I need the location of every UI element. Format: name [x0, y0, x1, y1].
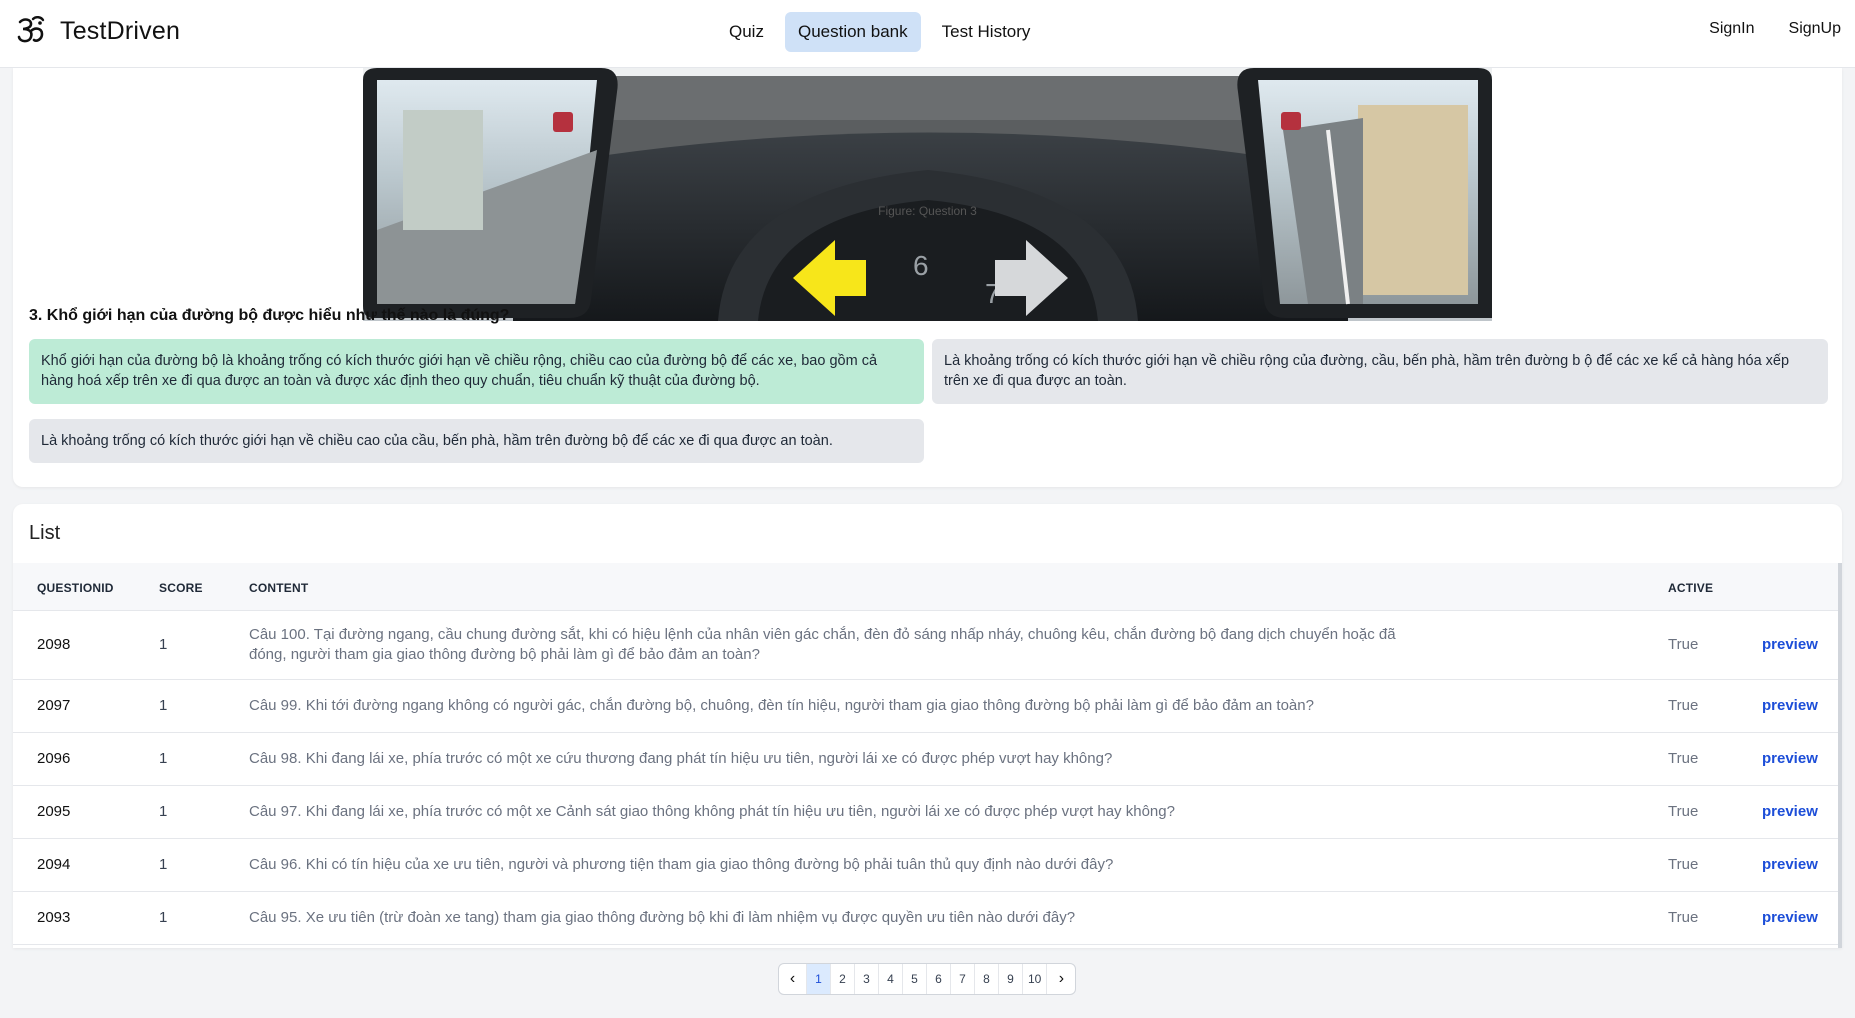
preview-link[interactable]: preview: [1762, 697, 1818, 714]
table-row[interactable]: 2093 1 Câu 95. Xe ưu tiên (trừ đoàn xe t…: [13, 892, 1842, 945]
table-row[interactable]: 2097 1 Câu 99. Khi tới đường ngang không…: [13, 680, 1842, 733]
table-scrollbar[interactable]: [1838, 563, 1842, 948]
signup-link[interactable]: SignUp: [1789, 20, 1841, 38]
preview-link[interactable]: preview: [1762, 636, 1818, 653]
brand[interactable]: TestDriven: [16, 14, 180, 48]
question-id: 2098: [37, 636, 71, 653]
preview-link[interactable]: preview: [1762, 909, 1818, 926]
question-list-card: List QUESTIONID SCORE CONTENT ACTIVE 209…: [13, 504, 1842, 948]
page-button[interactable]: 2: [831, 964, 855, 994]
question-content: Câu 100. Tại đường ngang, cầu chung đườn…: [249, 626, 1396, 663]
question-content: Câu 97. Khi đang lái xe, phía trước có m…: [249, 803, 1175, 820]
table-row[interactable]: 2096 1 Câu 98. Khi đang lái xe, phía trư…: [13, 733, 1842, 786]
om-logo-icon: [17, 16, 45, 43]
nav-quiz[interactable]: Quiz: [716, 12, 777, 52]
table-row[interactable]: 2098 1 Câu 100. Tại đường ngang, cầu chu…: [13, 611, 1842, 680]
question-score: 1: [159, 803, 168, 820]
question-content: Câu 99. Khi tới đường ngang không có ngư…: [249, 697, 1314, 714]
question-title: 3. Khổ giới hạn của đường bộ được hiểu n…: [29, 307, 510, 324]
figure-caption: Figure: Question 3: [878, 204, 977, 218]
chevron-left-icon[interactable]: ‹: [779, 964, 807, 994]
answer-option[interactable]: Là khoảng trống có kích thước giới hạn v…: [29, 419, 924, 463]
question-active: True: [1668, 803, 1699, 820]
answer-option-correct[interactable]: Khổ giới hạn của đường bộ là khoảng trốn…: [29, 339, 924, 404]
main-nav: Quiz Question bank Test History: [716, 12, 1043, 52]
pagination: ‹ 1 2 3 4 5 6 7 8 9 10 ›: [778, 963, 1077, 995]
question-active: True: [1668, 909, 1699, 926]
question-card: 6 7 Figure: Question 3 3. Khổ giới hạn c…: [13, 0, 1842, 487]
table-row[interactable]: 2094 1 Câu 96. Khi có tín hiệu của xe ưu…: [13, 839, 1842, 892]
preview-link[interactable]: preview: [1762, 750, 1818, 767]
page-button[interactable]: 7: [951, 964, 975, 994]
preview-link[interactable]: preview: [1762, 856, 1818, 873]
chevron-right-icon[interactable]: ›: [1047, 964, 1075, 994]
page-button[interactable]: 10: [1023, 964, 1048, 994]
question-id: 2095: [37, 803, 71, 820]
nav-question-bank[interactable]: Question bank: [784, 12, 921, 52]
page-button[interactable]: 9: [999, 964, 1023, 994]
nav-test-history[interactable]: Test History: [929, 12, 1044, 52]
column-header-questionid[interactable]: QUESTIONID: [37, 581, 114, 595]
question-active: True: [1668, 636, 1699, 653]
brand-name: TestDriven: [60, 16, 181, 45]
preview-link[interactable]: preview: [1762, 803, 1818, 820]
page-button[interactable]: 4: [879, 964, 903, 994]
question-active: True: [1668, 856, 1699, 873]
question-score: 1: [159, 856, 168, 873]
question-score: 1: [159, 750, 168, 767]
answer-option[interactable]: Là khoảng trống có kích thước giới hạn v…: [932, 339, 1828, 404]
question-content: Câu 98. Khi đang lái xe, phía trước có m…: [249, 750, 1113, 767]
page-button[interactable]: 5: [903, 964, 927, 994]
page-button[interactable]: 3: [855, 964, 879, 994]
page-button[interactable]: 1: [807, 964, 831, 994]
question-content: Câu 95. Xe ưu tiên (trừ đoàn xe tang) th…: [249, 909, 1076, 926]
page-button[interactable]: 8: [975, 964, 999, 994]
question-score: 1: [159, 636, 168, 653]
list-title: List: [29, 522, 61, 544]
question-score: 1: [159, 697, 168, 714]
question-id: 2094: [37, 856, 71, 873]
column-header-score[interactable]: SCORE: [159, 581, 203, 595]
signin-link[interactable]: SignIn: [1709, 20, 1754, 38]
table-row[interactable]: 2095 1 Câu 97. Khi đang lái xe, phía trư…: [13, 786, 1842, 839]
question-score: 1: [159, 909, 168, 926]
top-navbar: TestDriven Quiz Question bank Test Histo…: [0, 0, 1855, 68]
page-button[interactable]: 6: [927, 964, 951, 994]
auth-links: SignIn SignUp: [1709, 20, 1841, 38]
column-header-active[interactable]: ACTIVE: [1668, 581, 1713, 595]
column-header-content[interactable]: CONTENT: [249, 581, 308, 595]
table-header: QUESTIONID SCORE CONTENT ACTIVE: [13, 563, 1842, 611]
table-body: 2098 1 Câu 100. Tại đường ngang, cầu chu…: [13, 611, 1842, 945]
gauge-digit-6: 6: [913, 250, 929, 281]
question-content: Câu 96. Khi có tín hiệu của xe ưu tiên, …: [249, 856, 1114, 873]
question-id: 2093: [37, 909, 71, 926]
question-id: 2097: [37, 697, 71, 714]
question-active: True: [1668, 750, 1699, 767]
question-active: True: [1668, 697, 1699, 714]
question-id: 2096: [37, 750, 71, 767]
